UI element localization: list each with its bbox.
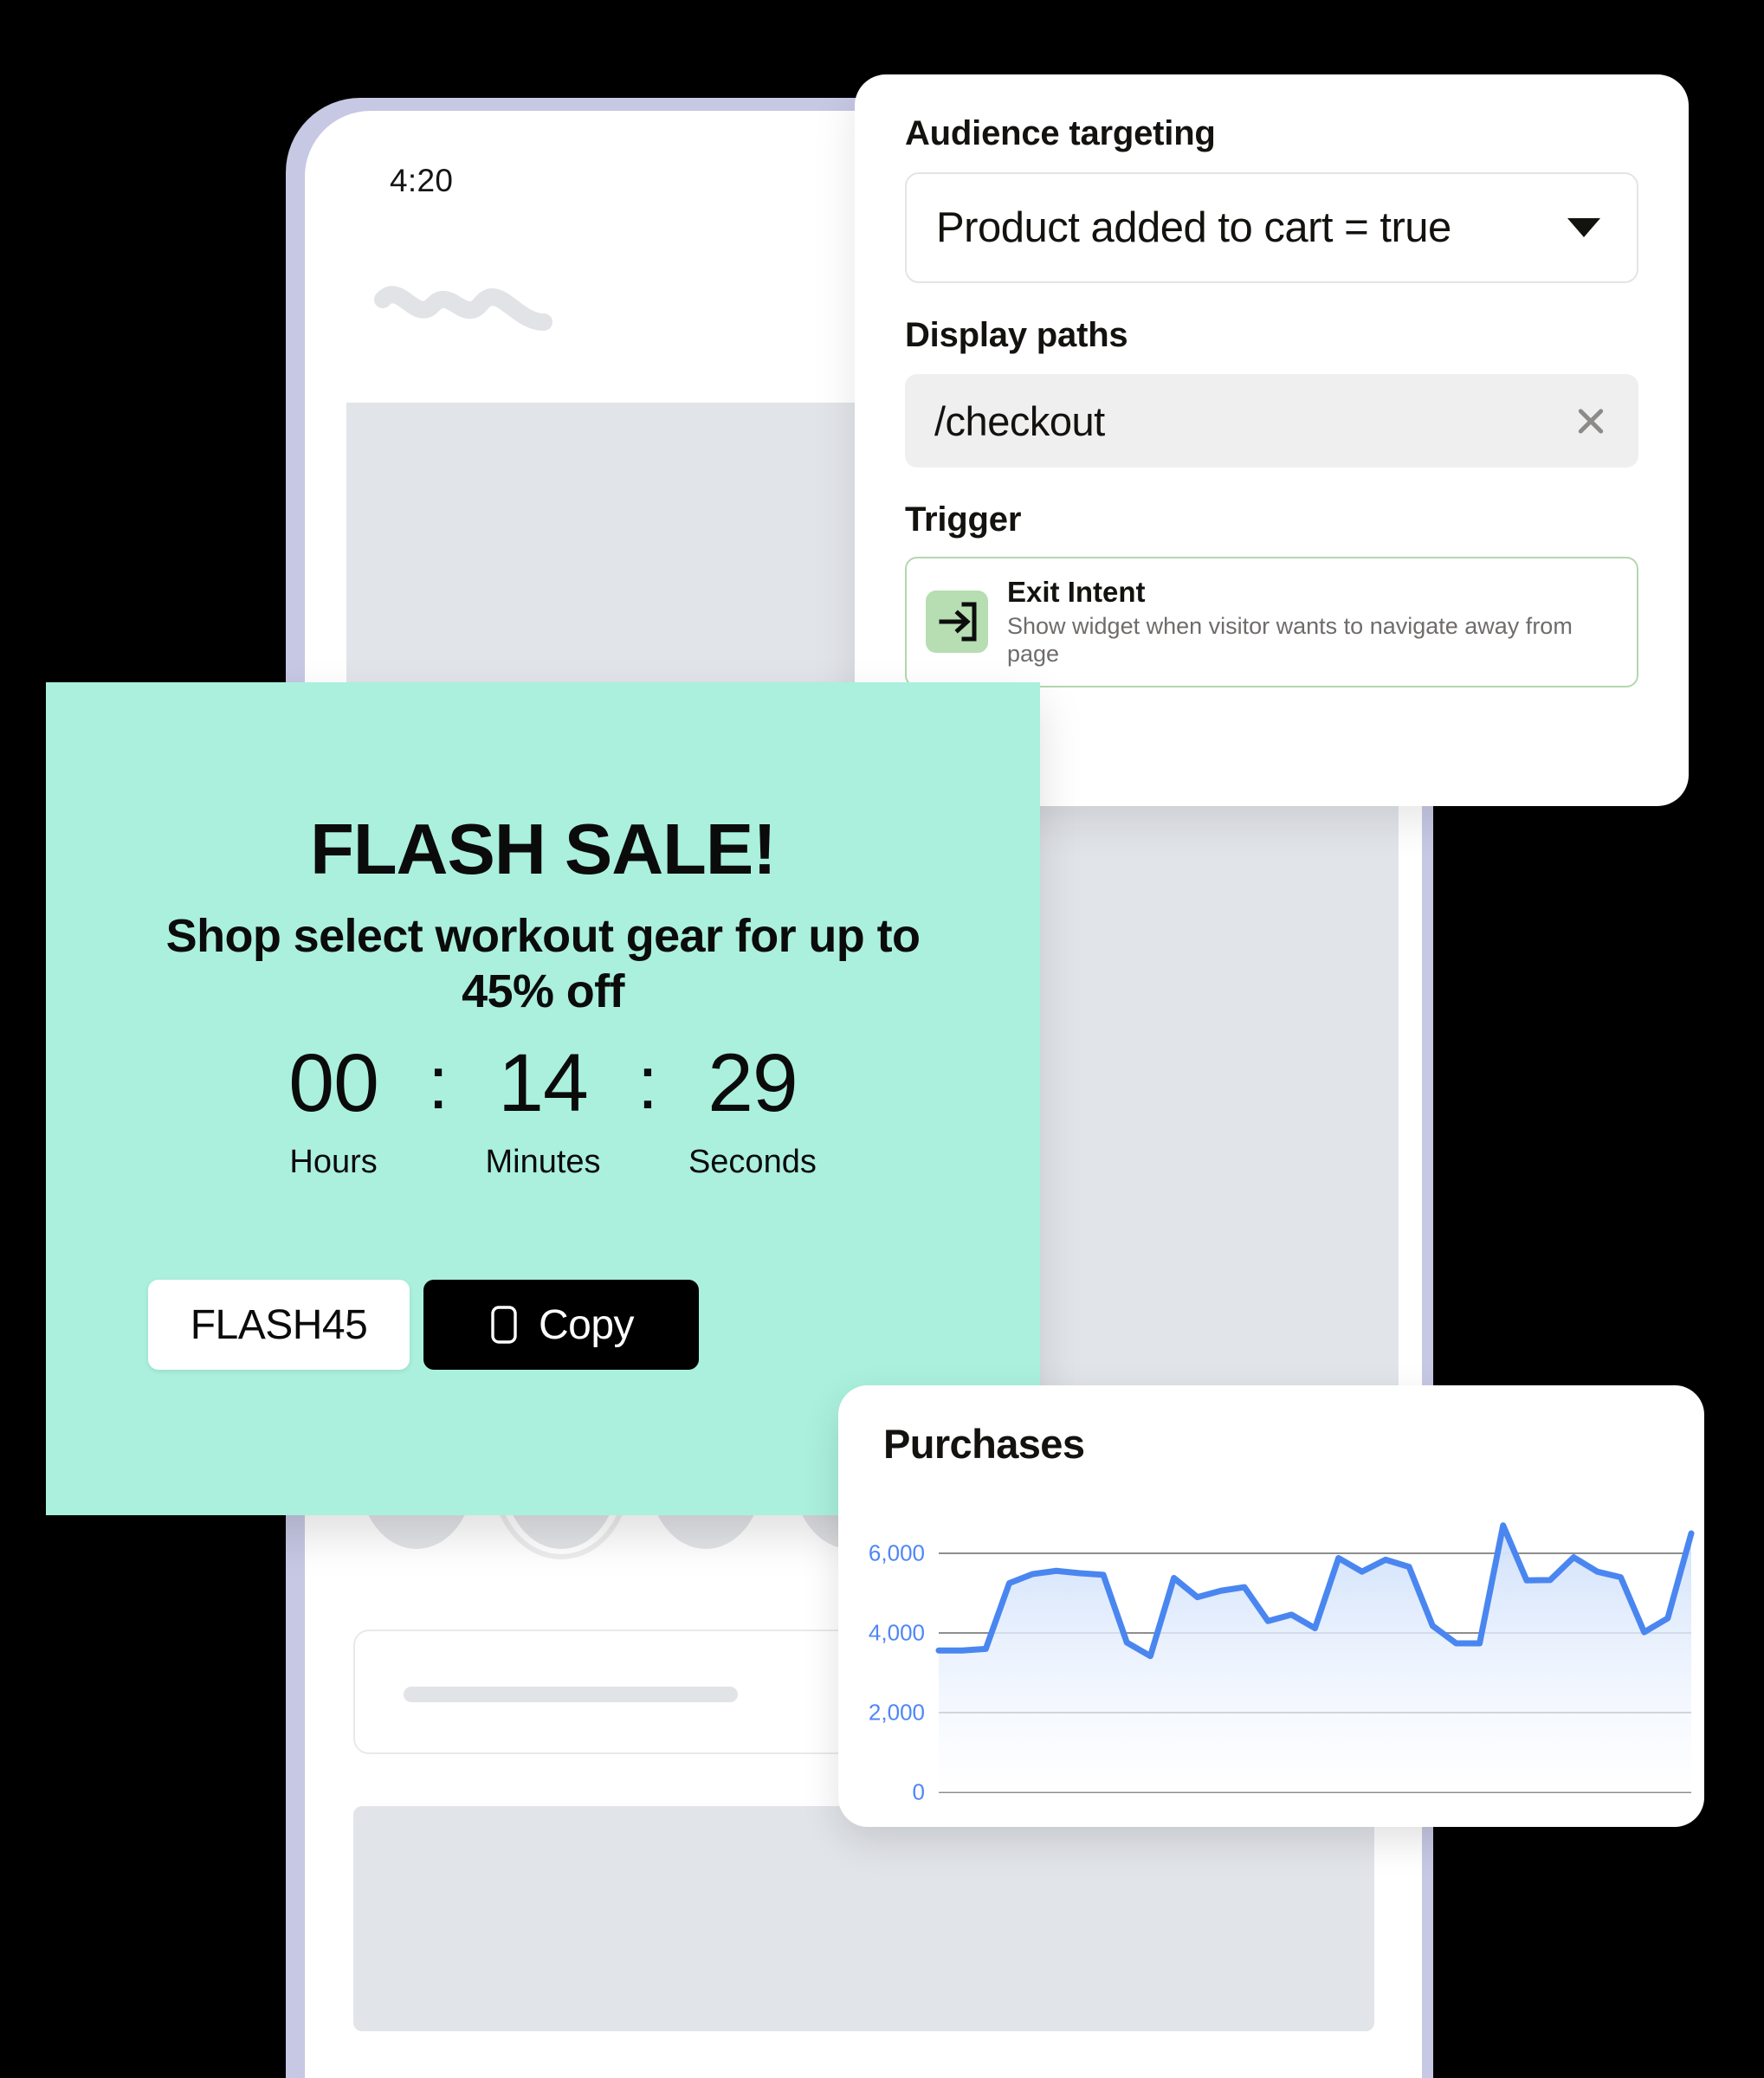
chart-y-tick-label: 4,000 — [868, 1619, 925, 1646]
status-bar-time: 4:20 — [390, 163, 454, 198]
chart-y-tick-label: 2,000 — [868, 1699, 925, 1726]
coupon-code-field[interactable]: FLASH45 — [148, 1280, 410, 1370]
countdown-separator: : — [428, 1042, 449, 1125]
flash-sale-actions: FLASH45 Copy — [148, 1280, 699, 1370]
countdown-timer: 00 Hours : 14 Minutes : 29 Seconds — [46, 1042, 1040, 1181]
countdown-minutes-value: 14 — [498, 1037, 589, 1129]
chart-y-tick-label: 0 — [912, 1778, 925, 1805]
countdown-hours-label: Hours — [289, 1144, 378, 1180]
chevron-down-icon — [1567, 218, 1600, 237]
purchases-chart-card: Purchases 0 2,000 4,000 6,000 — [838, 1385, 1704, 1827]
chart-plot — [935, 1522, 1695, 1793]
trigger-option-description: Show widget when visitor wants to naviga… — [1007, 612, 1573, 668]
screenshot-stage: 4:20 Audience targeting Product added to… — [0, 0, 1764, 2078]
flash-sale-subtitle: Shop select workout gear for up to 45% o… — [165, 910, 921, 1017]
countdown-minutes-label: Minutes — [485, 1144, 601, 1180]
countdown-unit-hours: 00 Hours — [244, 1042, 423, 1181]
trigger-label: Trigger — [905, 500, 1022, 539]
copy-button[interactable]: Copy — [423, 1280, 699, 1370]
audience-targeting-label: Audience targeting — [905, 114, 1216, 152]
chart-y-tick-label: 6,000 — [868, 1539, 925, 1566]
copy-button-label: Copy — [538, 1301, 635, 1348]
squiggle-logo-icon — [374, 286, 552, 331]
bottom-content-placeholder — [353, 1806, 1374, 2031]
countdown-unit-seconds: 29 Seconds — [663, 1042, 842, 1181]
audience-targeting-value: Product added to cart = true — [936, 204, 1451, 251]
trigger-option-exit-intent[interactable]: Exit Intent Show widget when visitor wan… — [905, 557, 1638, 687]
countdown-hours-value: 00 — [288, 1037, 379, 1129]
display-paths-label: Display paths — [905, 316, 1128, 354]
audience-targeting-select[interactable]: Product added to cart = true — [905, 172, 1638, 283]
purchases-area-chart: 0 2,000 4,000 6,000 — [838, 1498, 1704, 1827]
clipboard-icon — [491, 1306, 517, 1344]
display-paths-input[interactable]: /checkout — [905, 374, 1638, 468]
display-paths-value: /checkout — [934, 397, 1105, 444]
chart-title: Purchases — [883, 1421, 1085, 1467]
trigger-option-title: Exit Intent — [1007, 576, 1146, 608]
countdown-seconds-label: Seconds — [688, 1144, 817, 1180]
close-icon[interactable] — [1573, 403, 1609, 439]
countdown-seconds-value: 29 — [708, 1037, 798, 1129]
countdown-separator: : — [637, 1042, 658, 1125]
select-placeholder-bar — [404, 1687, 738, 1702]
exit-arrow-icon — [926, 590, 988, 654]
chart-y-axis: 0 2,000 4,000 6,000 — [838, 1498, 925, 1827]
countdown-unit-minutes: 14 Minutes — [454, 1042, 632, 1181]
flash-sale-title: FLASH SALE! — [310, 809, 777, 889]
